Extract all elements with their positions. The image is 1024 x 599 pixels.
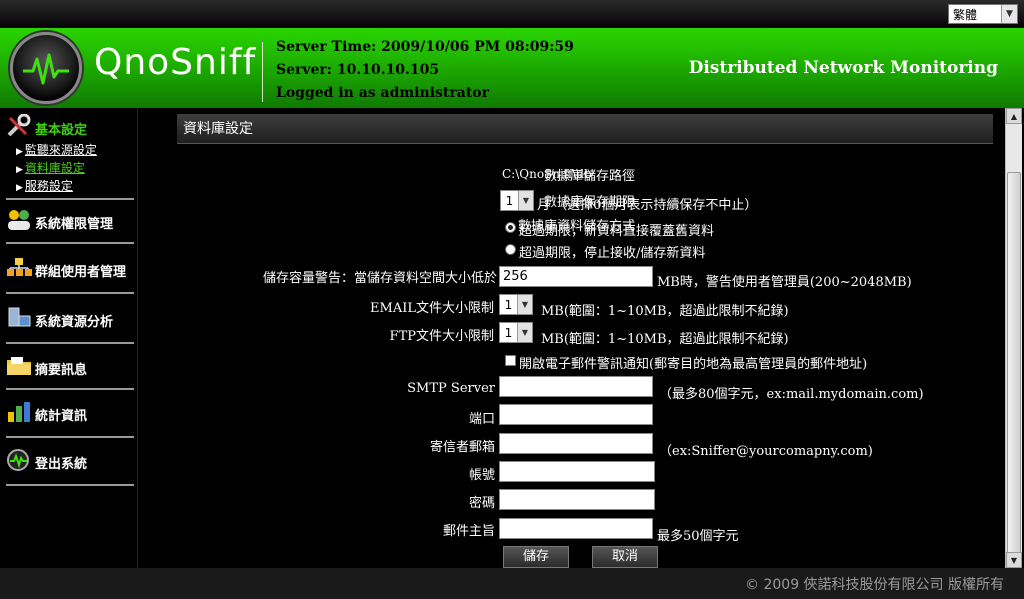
sidebar-logout-label: 登出系統 <box>35 457 88 472</box>
triangle-right-icon: ▶ <box>16 147 23 157</box>
language-value: 繁體 <box>953 7 978 22</box>
subject-label: 郵件主旨 <box>442 524 495 539</box>
db-retention-note: 月 （選擇0個月表示持續保存不中止） <box>537 198 758 213</box>
sidebar-item-permission[interactable]: 系統權限管理 <box>6 202 134 244</box>
group-icon <box>6 256 32 280</box>
sender-note: （ex:Sniffer@yourcomapny.com) <box>659 444 873 459</box>
email-alert-checkbox[interactable] <box>505 355 516 366</box>
server-address: Server: 10.10.10.105 <box>276 62 440 78</box>
app-header: QnoSniff Server Time: 2009/10/06 PM 08:0… <box>0 28 1024 108</box>
sidebar: 基本設定 ▶ 監聽來源設定 ▶ 資料庫設定 ▶ 服務設定 系統權限管理 群組使用者管理 <box>0 108 138 568</box>
sidebar-item-stats[interactable]: 統計資訊 <box>6 392 134 438</box>
sidebar-item-summary[interactable]: 摘要訊息 <box>6 346 134 390</box>
email-limit-label: EMAIL文件大小限制 <box>370 301 494 316</box>
storage-mode-overwrite-radio[interactable] <box>505 222 516 233</box>
logout-icon <box>6 448 32 472</box>
logo-icon <box>10 32 82 104</box>
email-alert-label: 開啟電子郵件警訊通知(郵寄目的地為最高管理員的郵件地址) <box>519 357 868 372</box>
db-path-value: C:\QnoSniff\db <box>502 167 592 181</box>
sidebar-item-service[interactable]: ▶ 服務設定 <box>6 178 134 196</box>
email-limit-value: 1 <box>504 297 513 312</box>
db-retention-value: 1 <box>505 193 514 208</box>
db-retention-select[interactable]: 1 ▼ <box>500 190 534 211</box>
logged-in-user: Logged in as administrator <box>276 85 489 101</box>
main-content: 資料庫設定 數據庫儲存路徑 C:\QnoSniff\db 數據庫保存期限 1 ▼… <box>139 108 1005 568</box>
sidebar-group-label: 群組使用者管理 <box>35 265 127 280</box>
triangle-right-icon: ▶ <box>16 165 23 175</box>
password-input[interactable] <box>499 489 655 510</box>
scroll-thumb[interactable] <box>1007 172 1021 558</box>
sidebar-item-group-users[interactable]: 群組使用者管理 <box>6 246 134 294</box>
tagline: Distributed Network Monitoring <box>688 58 998 78</box>
vertical-scrollbar[interactable]: ▲ ▼ <box>1005 108 1022 568</box>
server-info: Server Time: 2009/10/06 PM 08:09:59 Serv… <box>276 36 574 105</box>
ftp-limit-note: MB(範圍：1~10MB，超過此限制不紀錄) <box>541 332 789 347</box>
save-button[interactable]: 儲存 <box>503 546 569 568</box>
copyright-text: © 2009 俠諾科技股份有限公司 版權所有 <box>745 577 1004 593</box>
smtp-input[interactable] <box>499 376 653 397</box>
header-divider <box>262 42 263 102</box>
email-limit-select[interactable]: 1 ▼ <box>499 294 533 315</box>
footer: © 2009 俠諾科技股份有限公司 版權所有 <box>0 568 1024 599</box>
tools-icon <box>6 113 32 138</box>
port-input[interactable] <box>499 404 653 425</box>
scroll-down-icon[interactable]: ▼ <box>1006 552 1022 568</box>
logo-text: QnoSniff <box>94 42 257 83</box>
sidebar-item-database[interactable]: ▶ 資料庫設定 <box>6 160 134 178</box>
sidebar-basic-label: 基本設定 <box>35 123 88 138</box>
capacity-note: MB時，警告使用者管理員(200~2048MB) <box>657 275 912 290</box>
storage-mode-opt2: 超過期限，停止接收/儲存新資料 <box>519 246 706 261</box>
language-select[interactable]: 繁體 ▼ <box>948 4 1018 24</box>
chevron-down-icon: ▼ <box>1001 5 1017 23</box>
ftp-limit-value: 1 <box>504 325 513 340</box>
sidebar-summary-label: 摘要訊息 <box>35 363 88 378</box>
capacity-label: 儲存容量警告：當儲存資料空間大小低於 <box>262 271 497 286</box>
scroll-up-icon[interactable]: ▲ <box>1006 108 1022 124</box>
computer-icon <box>6 306 32 330</box>
account-input[interactable] <box>499 461 655 482</box>
ftp-limit-select[interactable]: 1 ▼ <box>499 322 533 343</box>
sidebar-section-basic: 基本設定 ▶ 監聽來源設定 ▶ 資料庫設定 ▶ 服務設定 <box>6 113 134 200</box>
bar-chart-icon <box>6 400 32 424</box>
server-time: Server Time: 2009/10/06 PM 08:09:59 <box>276 39 574 55</box>
folder-icon <box>6 354 32 378</box>
panel-title: 資料庫設定 <box>177 114 993 144</box>
sender-input[interactable] <box>499 433 653 454</box>
smtp-label: SMTP Server <box>407 381 495 396</box>
email-limit-note: MB(範圍：1~10MB，超過此限制不紀錄) <box>541 304 789 319</box>
cancel-button[interactable]: 取消 <box>592 546 658 568</box>
password-label: 密碼 <box>468 496 495 511</box>
ftp-limit-label: FTP文件大小限制 <box>389 329 494 344</box>
capacity-input[interactable]: 256 <box>499 266 653 287</box>
subject-input[interactable] <box>499 518 653 539</box>
smtp-note: （最多80個字元，ex:mail.mydomain.com) <box>659 387 924 402</box>
sidebar-item-basic[interactable]: 基本設定 <box>6 113 134 138</box>
top-strip: 繁體 ▼ <box>0 0 1024 28</box>
triangle-right-icon: ▶ <box>16 183 23 193</box>
sidebar-item-resource[interactable]: 系統資源分析 <box>6 296 134 344</box>
users-icon <box>6 208 32 232</box>
sidebar-resource-label: 系統資源分析 <box>35 315 114 330</box>
account-label: 帳號 <box>468 468 495 483</box>
subject-note: 最多50個字元 <box>657 529 739 544</box>
storage-mode-stop-radio[interactable] <box>505 244 516 255</box>
sidebar-item-logout[interactable]: 登出系統 <box>6 440 134 486</box>
storage-mode-opt1: 超過期限，新資料直接覆蓋舊資料 <box>519 224 715 239</box>
sidebar-permission-label: 系統權限管理 <box>35 217 114 232</box>
sidebar-stats-label: 統計資訊 <box>35 409 88 424</box>
sidebar-item-listen-source[interactable]: ▶ 監聽來源設定 <box>6 142 134 160</box>
chevron-down-icon: ▼ <box>517 323 532 342</box>
sender-label: 寄信者郵箱 <box>429 440 495 455</box>
port-label: 端口 <box>468 412 495 427</box>
chevron-down-icon: ▼ <box>518 191 533 210</box>
chevron-down-icon: ▼ <box>517 295 532 314</box>
